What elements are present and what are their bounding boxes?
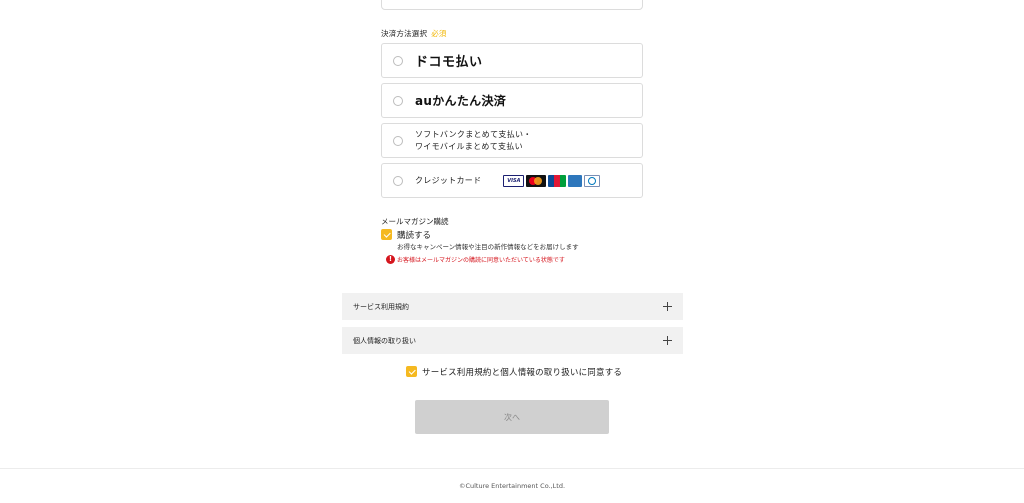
- credit-card-label: クレジットカード: [415, 175, 482, 185]
- magazine-description: お得なキャンペーン情報や注目の新作情報などをお届けします: [397, 243, 579, 251]
- accordion-terms-of-service[interactable]: サービス利用規約: [342, 293, 683, 320]
- agreement-label[interactable]: サービス利用規約と個人情報の取り扱いに同意する: [422, 366, 622, 378]
- accordion-title: 個人情報の取り扱い: [353, 336, 416, 345]
- docomo-logo: ドコモ払い: [415, 55, 483, 70]
- footer-divider: [0, 468, 1024, 469]
- radio-icon[interactable]: [393, 175, 403, 186]
- check-icon: [383, 230, 390, 238]
- accordion-title: サービス利用規約: [353, 302, 409, 311]
- payment-label-text: 決済方法選択: [381, 29, 428, 38]
- accordion-privacy-policy[interactable]: 個人情報の取り扱い: [342, 327, 683, 354]
- mastercard-logo: [526, 174, 547, 187]
- magazine-section-label: メールマガジン購読: [381, 217, 449, 226]
- required-badge: 必須: [431, 29, 447, 38]
- softbank-label-line2: ワイモバイルまとめて支払い: [415, 141, 523, 151]
- radio-icon[interactable]: [393, 135, 403, 146]
- plus-icon[interactable]: [663, 336, 672, 345]
- warning-icon: !: [386, 255, 395, 264]
- magazine-checkbox-label[interactable]: 購読する: [397, 229, 431, 241]
- card-brand-logos: VISA: [503, 174, 601, 187]
- magazine-checkbox[interactable]: [381, 229, 392, 240]
- payment-option-softbank[interactable]: ソフトバンクまとめて支払い・ ワイモバイルまとめて支払い: [381, 123, 643, 158]
- magazine-notice-text: お客様はメールマガジンの購読に同意いただいている状態です: [397, 257, 565, 264]
- copyright-text: ©Culture Entertainment Co.,Ltd.: [458, 482, 566, 490]
- agreement-checkbox[interactable]: [406, 366, 417, 377]
- amex-logo: [568, 174, 583, 187]
- payment-section-label: 決済方法選択 必須: [381, 28, 447, 39]
- magazine-notice: ! お客様はメールマガジンの購読に同意いただいている状態です: [386, 255, 565, 264]
- visa-logo: VISA: [503, 174, 525, 187]
- payment-option-docomo[interactable]: ドコモ払い: [381, 43, 643, 78]
- payment-option-credit-card[interactable]: クレジットカード VISA: [381, 163, 643, 198]
- plus-icon[interactable]: [663, 302, 672, 311]
- softbank-label-line1: ソフトバンクまとめて支払い・: [415, 129, 532, 139]
- previous-input-field[interactable]: [381, 0, 643, 10]
- diners-logo: [584, 174, 601, 187]
- payment-option-au[interactable]: auかんたん決済: [381, 83, 643, 118]
- radio-icon[interactable]: [393, 55, 403, 66]
- softbank-label: ソフトバンクまとめて支払い・ ワイモバイルまとめて支払い: [415, 129, 532, 153]
- jcb-logo: [548, 174, 567, 187]
- radio-icon[interactable]: [393, 95, 403, 106]
- au-logo: auかんたん決済: [415, 94, 507, 108]
- next-button[interactable]: 次へ: [415, 400, 609, 434]
- check-icon: [408, 367, 415, 375]
